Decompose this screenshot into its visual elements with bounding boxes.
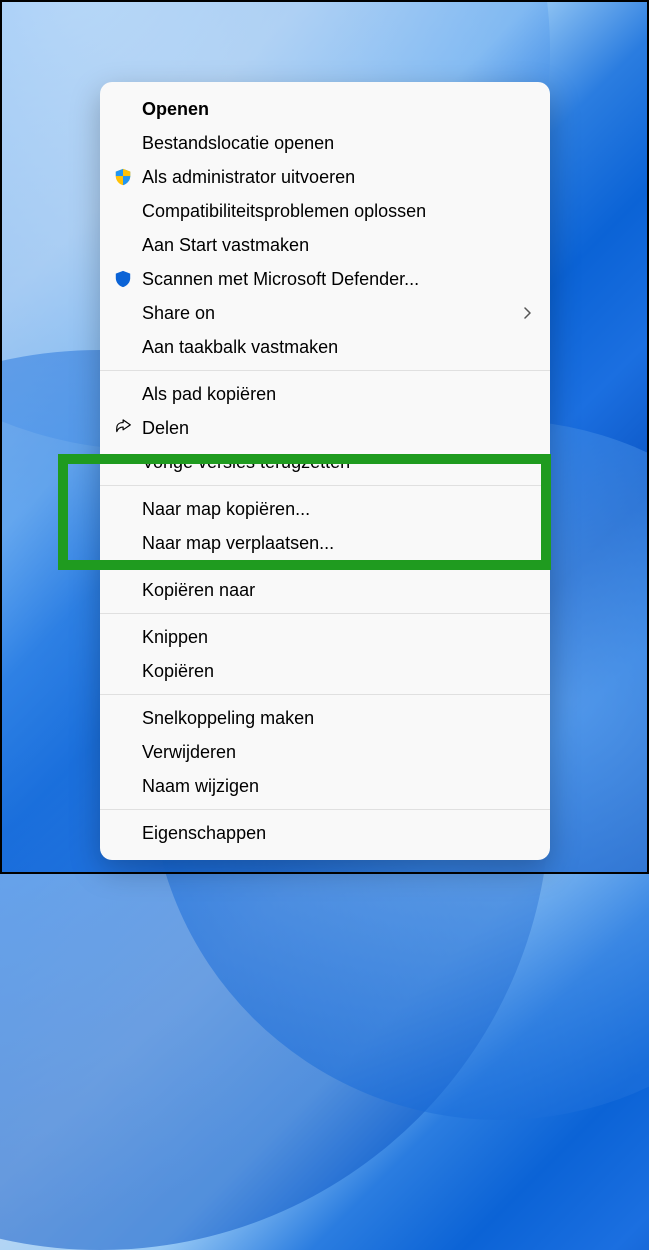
- menu-item-copy-as-path[interactable]: Als pad kopiëren: [100, 377, 550, 411]
- menu-item-label: Knippen: [142, 627, 532, 648]
- icon-empty: [114, 821, 142, 845]
- menu-item-create-shortcut[interactable]: Snelkoppeling maken: [100, 701, 550, 735]
- defender-shield-icon: [114, 267, 142, 291]
- icon-empty: [114, 497, 142, 521]
- menu-item-label: Delen: [142, 418, 532, 439]
- menu-item-pin-to-taskbar[interactable]: Aan taakbalk vastmaken: [100, 330, 550, 364]
- menu-item-label: Naar map verplaatsen...: [142, 533, 532, 554]
- icon-empty: [114, 706, 142, 730]
- icon-empty: [114, 233, 142, 257]
- menu-item-scan-defender[interactable]: Scannen met Microsoft Defender...: [100, 262, 550, 296]
- menu-item-pin-to-start[interactable]: Aan Start vastmaken: [100, 228, 550, 262]
- icon-empty: [114, 382, 142, 406]
- icon-empty: [114, 335, 142, 359]
- menu-item-delete[interactable]: Verwijderen: [100, 735, 550, 769]
- menu-item-label: Verwijderen: [142, 742, 532, 763]
- menu-group: Eigenschappen: [100, 809, 550, 850]
- menu-item-properties[interactable]: Eigenschappen: [100, 816, 550, 850]
- icon-empty: [114, 625, 142, 649]
- menu-item-label: Kopiëren: [142, 661, 532, 682]
- icon-empty: [114, 450, 142, 474]
- icon-empty: [114, 301, 142, 325]
- menu-item-label: Aan Start vastmaken: [142, 235, 532, 256]
- menu-item-label: Naar map kopiëren...: [142, 499, 532, 520]
- share-icon: [114, 416, 142, 440]
- icon-empty: [114, 774, 142, 798]
- menu-item-label: Als pad kopiëren: [142, 384, 532, 405]
- menu-group: Knippen Kopiëren: [100, 613, 550, 694]
- admin-shield-icon: [114, 165, 142, 189]
- menu-item-move-to-folder[interactable]: Naar map verplaatsen...: [100, 526, 550, 560]
- menu-item-run-as-admin[interactable]: Als administrator uitvoeren: [100, 160, 550, 194]
- menu-item-share-on[interactable]: Share on: [100, 296, 550, 330]
- menu-item-open-file-location[interactable]: Bestandslocatie openen: [100, 126, 550, 160]
- menu-item-copy-to[interactable]: Kopiëren naar: [100, 573, 550, 607]
- menu-item-label: Als administrator uitvoeren: [142, 167, 532, 188]
- icon-empty: [114, 659, 142, 683]
- menu-item-rename[interactable]: Naam wijzigen: [100, 769, 550, 803]
- menu-item-share[interactable]: Delen: [100, 411, 550, 445]
- menu-item-label: Snelkoppeling maken: [142, 708, 532, 729]
- icon-empty: [114, 531, 142, 555]
- menu-group: Snelkoppeling maken Verwijderen Naam wij…: [100, 694, 550, 809]
- icon-empty: [114, 97, 142, 121]
- context-menu: Openen Bestandslocatie openen Als admini…: [100, 82, 550, 860]
- icon-empty: [114, 131, 142, 155]
- menu-item-label: Scannen met Microsoft Defender...: [142, 269, 532, 290]
- chevron-right-icon: [522, 303, 532, 324]
- menu-item-label: Share on: [142, 303, 522, 324]
- menu-group: Naar map kopiëren... Naar map verplaatse…: [100, 485, 550, 566]
- icon-empty: [114, 199, 142, 223]
- menu-item-label: Compatibiliteitsproblemen oplossen: [142, 201, 532, 222]
- menu-group: Kopiëren naar: [100, 566, 550, 613]
- icon-empty: [114, 578, 142, 602]
- menu-group: Als pad kopiëren Delen Vorige versies te…: [100, 370, 550, 485]
- menu-item-label: Eigenschappen: [142, 823, 532, 844]
- menu-item-previous-versions[interactable]: Vorige versies terugzetten: [100, 445, 550, 479]
- menu-item-label: Vorige versies terugzetten: [142, 452, 532, 473]
- menu-item-troubleshoot-compat[interactable]: Compatibiliteitsproblemen oplossen: [100, 194, 550, 228]
- menu-group: Openen Bestandslocatie openen Als admini…: [100, 92, 550, 370]
- menu-item-label: Kopiëren naar: [142, 580, 532, 601]
- menu-item-label: Openen: [142, 99, 532, 120]
- menu-item-copy[interactable]: Kopiëren: [100, 654, 550, 688]
- menu-item-cut[interactable]: Knippen: [100, 620, 550, 654]
- menu-item-label: Aan taakbalk vastmaken: [142, 337, 532, 358]
- menu-item-open[interactable]: Openen: [100, 92, 550, 126]
- menu-item-label: Naam wijzigen: [142, 776, 532, 797]
- icon-empty: [114, 740, 142, 764]
- menu-item-label: Bestandslocatie openen: [142, 133, 532, 154]
- menu-item-copy-to-folder[interactable]: Naar map kopiëren...: [100, 492, 550, 526]
